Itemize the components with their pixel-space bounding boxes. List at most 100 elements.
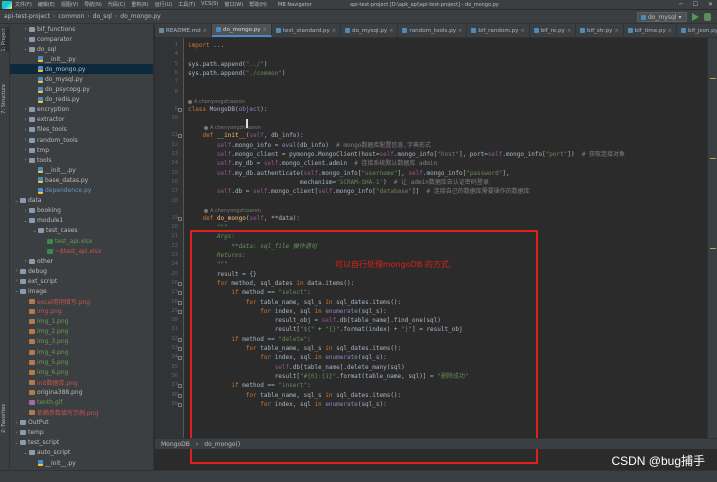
editor-tab[interactable]: bif_time.py × (624, 24, 677, 37)
maximize-icon[interactable]: ☐ (693, 1, 698, 8)
fold-marker-icon[interactable] (178, 281, 182, 286)
chevron-right-icon[interactable]: › (23, 107, 28, 113)
tree-item[interactable]: › ext_script (10, 276, 153, 286)
code-line[interactable]: sys.path.append("../") (188, 61, 267, 69)
tree-item[interactable]: img.png (10, 307, 153, 317)
editor-tab[interactable]: do_mysql.py × (341, 24, 399, 37)
fold-marker-icon[interactable] (178, 347, 182, 351)
close-icon[interactable]: ✕ (708, 1, 713, 8)
code-line[interactable]: import ... (188, 42, 224, 50)
close-tab-icon[interactable]: × (203, 28, 207, 34)
code-line[interactable]: self.db = self.mongo_client[self.mongo_i… (188, 188, 530, 196)
tree-item[interactable]: do_mongo.py (10, 64, 153, 75)
code-line[interactable]: self.mongo_client = pymongo.MongoClient(… (188, 151, 625, 159)
chevron-right-icon[interactable]: › (23, 147, 28, 153)
tree-item[interactable]: img_2.png (10, 327, 153, 337)
chevron-right-icon[interactable]: › (23, 137, 28, 143)
breadcrumb-item[interactable]: api-test-project (4, 13, 50, 20)
code-line[interactable]: sys.path.append("./common") (188, 70, 286, 78)
tree-item[interactable]: __init__.py (10, 458, 153, 468)
code-breadcrumb-method[interactable]: do_mongo() (204, 441, 240, 448)
code-line[interactable]: def do_mongo(self, **data): (188, 215, 300, 223)
fold-marker-icon[interactable] (178, 356, 182, 361)
menu-item[interactable]: 窗口(W) (224, 1, 243, 8)
chevron-down-icon[interactable]: ⌄ (23, 46, 28, 52)
fold-marker-icon[interactable] (178, 384, 182, 389)
tree-item[interactable]: tenth.gif (10, 397, 153, 407)
tree-item[interactable]: img_3.png (10, 337, 153, 347)
tree-item[interactable]: › debug (10, 266, 153, 276)
code-line[interactable]: def __init__(self, db_info): (188, 132, 303, 140)
tree-item[interactable]: › extractor (10, 115, 153, 125)
tree-item[interactable]: dependence.py (10, 186, 153, 196)
menu-item[interactable]: 视图(V) (61, 1, 78, 8)
chevron-down-icon[interactable]: ⌄ (14, 288, 19, 294)
fold-marker-icon[interactable] (178, 291, 182, 296)
tree-item[interactable]: __init__.py (10, 54, 153, 64)
tree-item[interactable]: › temp (10, 428, 153, 438)
tree-item[interactable]: test_api.xlsx (10, 236, 153, 246)
tree-item[interactable]: img_4.png (10, 347, 153, 357)
tree-item[interactable]: › tools (10, 155, 153, 165)
menu-item[interactable]: 帮助(H) (249, 1, 267, 8)
tree-item[interactable]: img_1.png (10, 317, 153, 327)
run-configuration-select[interactable]: do_mysql ▾ (637, 12, 687, 22)
fold-marker-icon[interactable] (178, 134, 182, 139)
warning-marker[interactable] (710, 248, 716, 249)
tree-item[interactable]: ⌄ test_cases (10, 226, 153, 236)
code-line[interactable]: self.my_db = self.mongo_client.admin # 连… (188, 160, 437, 168)
menu-item[interactable]: 编辑(E) (38, 1, 55, 8)
close-tab-icon[interactable]: × (332, 28, 336, 34)
close-tab-icon[interactable]: × (263, 27, 267, 33)
close-tab-icon[interactable]: × (614, 28, 618, 34)
tree-item[interactable]: ⌄ module1 (10, 216, 153, 226)
tree-item[interactable]: › encryption (10, 105, 153, 115)
fold-marker-icon[interactable] (178, 402, 182, 407)
code-line[interactable]: self.mongo_info = eval(db_info) # mongo数… (188, 142, 431, 150)
editor-tab[interactable]: bif_re.py × (530, 24, 577, 37)
close-tab-icon[interactable]: × (668, 28, 672, 34)
debug-icon[interactable] (704, 13, 711, 21)
tree-item[interactable]: › files_tools (10, 125, 153, 135)
menu-item[interactable]: 重构(R) (131, 1, 148, 8)
chevron-right-icon[interactable]: › (23, 208, 28, 214)
tree-item[interactable]: excel用例填写.png (10, 297, 153, 307)
tree-item[interactable]: › comparator (10, 34, 153, 44)
tree-item[interactable]: › OutPut (10, 418, 153, 428)
editor-tab[interactable]: bif_random.py × (467, 24, 530, 37)
close-tab-icon[interactable]: × (567, 28, 571, 34)
menu-item[interactable]: 工具(T) (178, 1, 195, 8)
tree-item[interactable]: ⌄ do_sql (10, 44, 153, 54)
tree-item[interactable]: ⌄ test_script (10, 438, 153, 448)
chevron-right-icon[interactable]: › (23, 127, 28, 133)
code-line[interactable]: mechanism='SCRAM-SHA-1') # 让 admin数据库去认证… (188, 179, 489, 187)
close-tab-icon[interactable]: × (458, 28, 462, 34)
tree-item[interactable]: › bif_functions (10, 24, 153, 34)
chevron-right-icon[interactable]: › (23, 26, 28, 32)
tree-item[interactable]: ⌄ data (10, 196, 153, 206)
fold-marker-icon[interactable] (178, 337, 182, 342)
tree-item[interactable]: base_datas.py (10, 175, 153, 185)
breadcrumb-item[interactable]: common (58, 13, 84, 20)
chevron-down-icon[interactable]: ⌄ (23, 218, 28, 224)
chevron-down-icon[interactable]: ⌄ (32, 228, 37, 234)
tree-item[interactable]: ⌄ image (10, 286, 153, 296)
scrollbar-marker-strip[interactable] (707, 38, 717, 438)
chevron-right-icon[interactable]: › (14, 268, 19, 274)
code-line[interactable]: self.my_db.authenticate(self.mongo_info[… (188, 170, 510, 178)
fold-marker-icon[interactable] (178, 393, 182, 398)
close-tab-icon[interactable]: × (520, 28, 524, 34)
tree-item[interactable]: › booking (10, 206, 153, 216)
fold-marker-icon[interactable] (178, 107, 182, 112)
breadcrumb-item[interactable]: do_sql (93, 13, 112, 20)
editor-tab[interactable]: bif_json.py× (677, 24, 717, 37)
fold-marker-icon[interactable] (178, 300, 182, 305)
editor-tab[interactable]: bif_str.py × (576, 24, 624, 37)
warning-marker[interactable] (710, 78, 716, 79)
menu-item[interactable]: VCS(S) (201, 1, 218, 8)
tree-item[interactable]: › tmp (10, 145, 153, 155)
editor-tab[interactable]: do_mongo.py × (211, 24, 272, 37)
chevron-down-icon[interactable]: ⌄ (23, 450, 28, 456)
tree-item[interactable]: do_redis.py (10, 95, 153, 105)
chevron-right-icon[interactable]: › (14, 420, 19, 426)
